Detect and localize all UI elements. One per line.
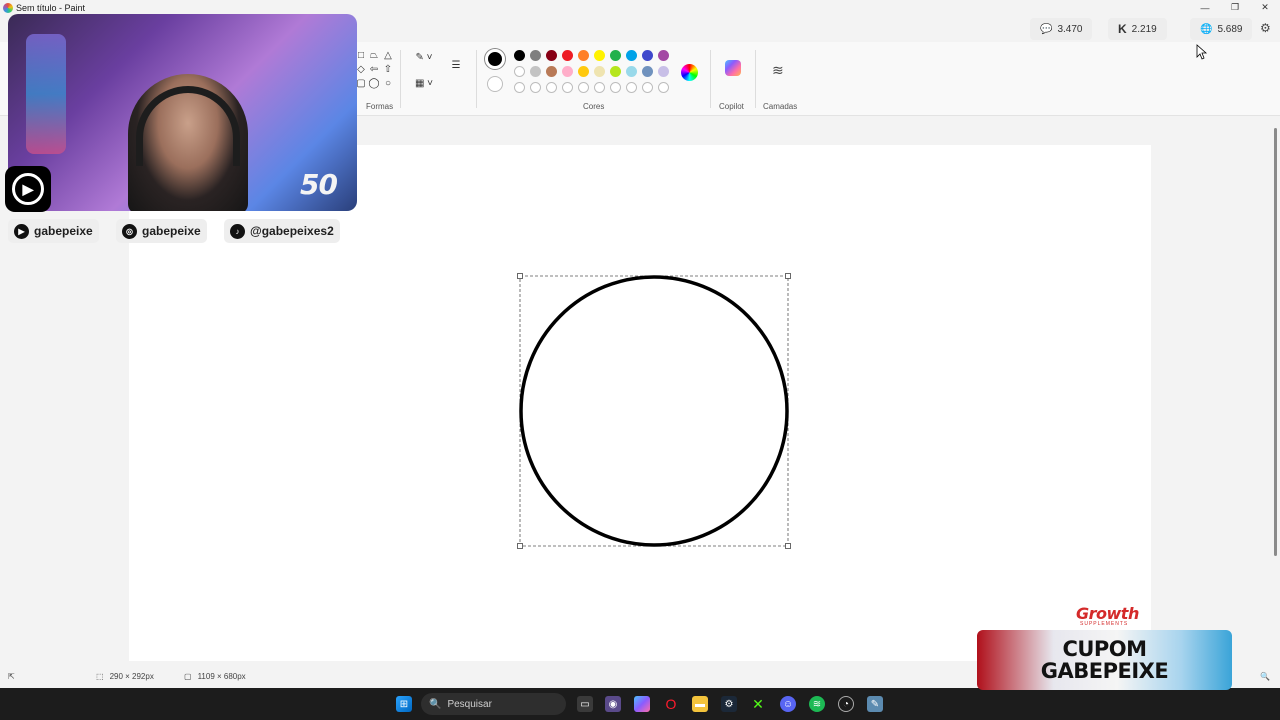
youtube-icon: ▶ (14, 223, 29, 239)
social-tiktok: ♪ @gabepeixes2 (224, 219, 340, 243)
scrollbar-thumb[interactable] (1274, 128, 1277, 556)
resize-handle (517, 543, 523, 549)
social-youtube: ▶ gabepeixe (8, 219, 99, 243)
taskbar-search[interactable]: 🔍 Pesquisar (421, 693, 566, 715)
app-x-icon[interactable]: ✕ (750, 696, 766, 712)
coupon-banner: CUPOM GABEPEIXE (977, 630, 1232, 690)
social-handle: gabepeixe (142, 224, 201, 238)
coupon-line-1: CUPOM (1062, 637, 1147, 661)
resize-handle (785, 273, 791, 279)
resize-handle (517, 273, 523, 279)
fish-logo-icon: ▶ (12, 173, 44, 205)
instagram-icon: ◎ (122, 223, 137, 239)
zoom-icon[interactable]: 🔍 (1260, 672, 1270, 681)
search-icon: 🔍 (429, 698, 442, 710)
selection-size: ⬚ 290 × 292px (96, 672, 154, 681)
obs-icon[interactable]: ◔ (838, 696, 854, 712)
spotify-icon[interactable]: ≋ (809, 696, 825, 712)
task-view-icon[interactable]: ▭ (577, 696, 593, 712)
windows-start-icon[interactable]: ⊞ (396, 696, 412, 712)
social-handle: @gabepeixes2 (250, 224, 334, 238)
selection-size-value: 290 × 292px (109, 672, 154, 681)
canvas-size-value: 1109 × 680px (197, 672, 246, 681)
cursor-position-icon: ⇱ (8, 672, 15, 681)
background-light (26, 34, 66, 154)
mouse-cursor (1196, 44, 1208, 60)
drawn-circle (519, 275, 789, 547)
resize-handle (785, 543, 791, 549)
search-placeholder: Pesquisar (447, 698, 492, 710)
sponsor-subtitle: SUPPLEMENTS (1080, 621, 1129, 627)
canvas-size-icon: ▢ (184, 672, 192, 681)
steam-icon[interactable]: ⚙ (721, 696, 737, 712)
webcam-overlay: 50 (8, 14, 357, 211)
vertical-scrollbar[interactable] (1272, 116, 1280, 664)
opera-icon[interactable]: O (663, 696, 679, 712)
viewer-counter: 50 (300, 168, 338, 201)
discord-icon[interactable]: ☺ (780, 696, 796, 712)
coupon-line-2: GABEPEIXE (1040, 659, 1169, 683)
copilot-taskbar-icon[interactable] (634, 696, 650, 712)
windows-taskbar: ⊞ 🔍 Pesquisar ▭ ◉ O ▬ ⚙ ✕ ☺ ≋ ◔ ✎ (0, 688, 1280, 720)
tiktok-icon: ♪ (230, 223, 245, 239)
selection-icon: ⬚ (96, 672, 104, 681)
canvas-size: ▢ 1109 × 680px (184, 672, 246, 681)
app-icon[interactable]: ◉ (605, 696, 621, 712)
file-explorer-icon[interactable]: ▬ (692, 696, 708, 712)
social-handle: gabepeixe (34, 224, 93, 238)
social-instagram: ◎ gabepeixe (116, 219, 207, 243)
paint-taskbar-icon[interactable]: ✎ (867, 696, 883, 712)
channel-logo: ▶ (5, 166, 51, 212)
